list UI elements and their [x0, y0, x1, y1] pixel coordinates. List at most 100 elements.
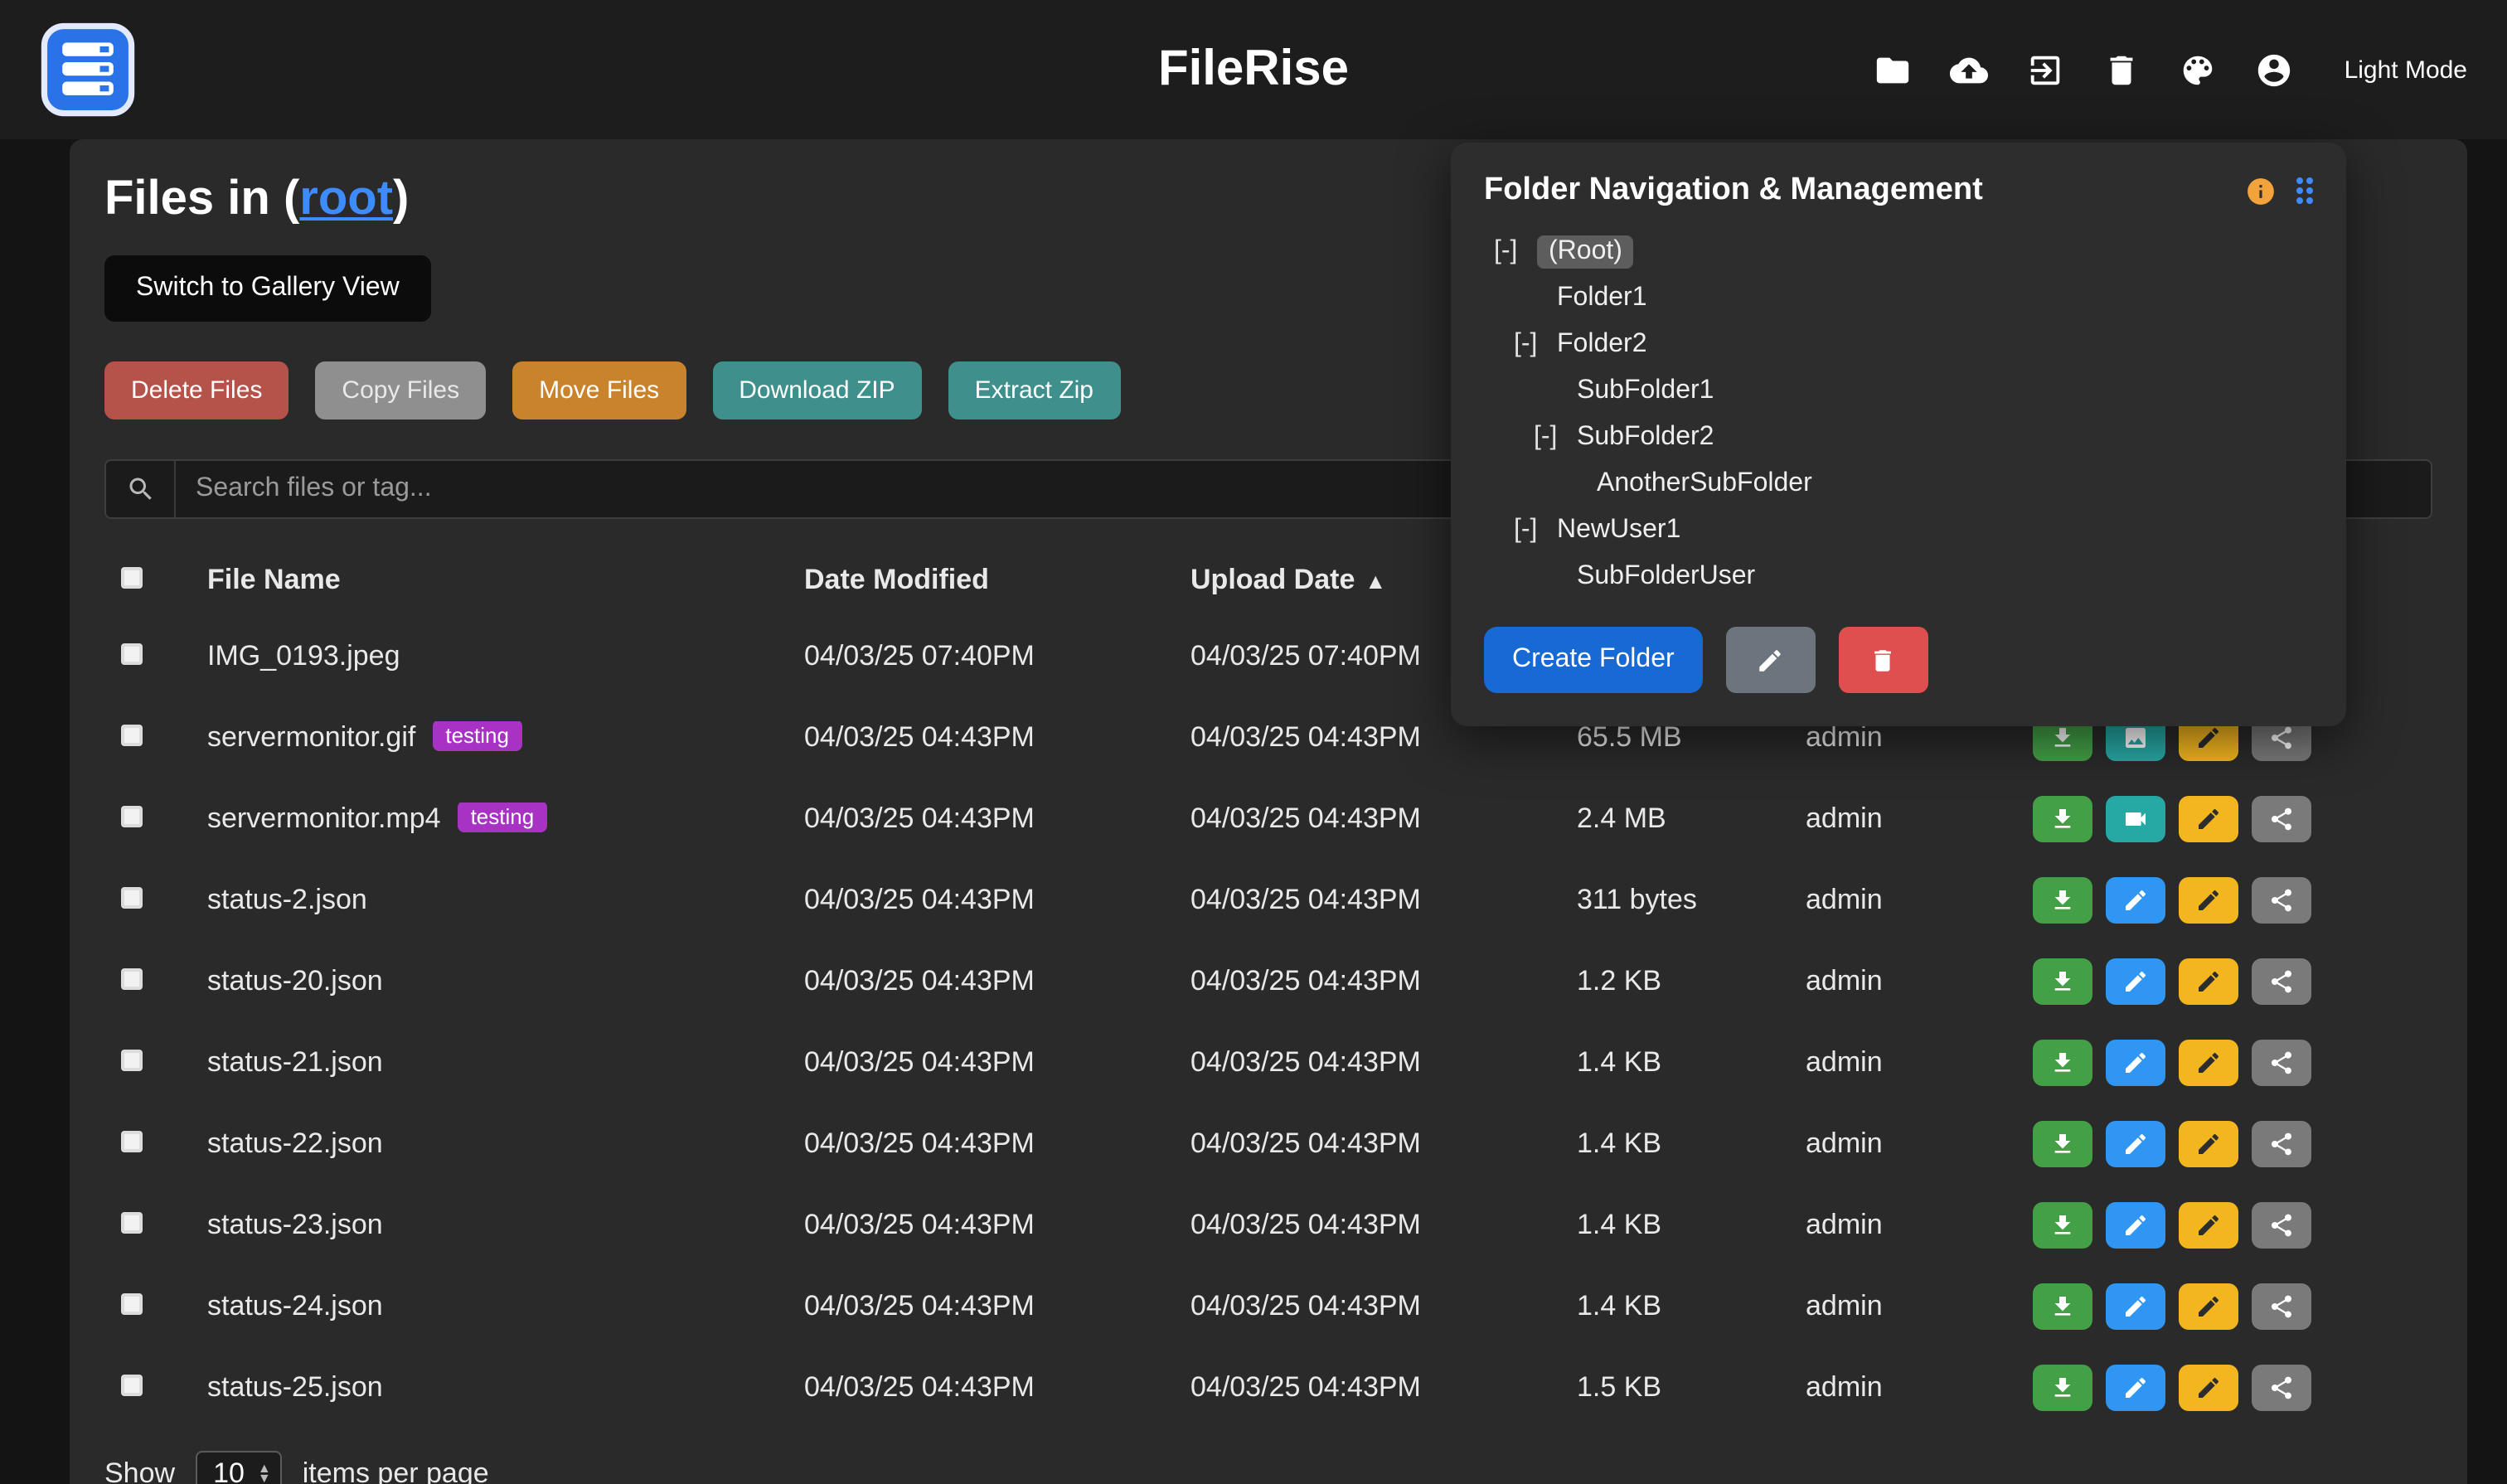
header-date-modified[interactable]: Date Modified — [804, 564, 1190, 597]
tree-item-subfolder1[interactable]: SubFolder1 — [1484, 368, 2313, 415]
rename-button[interactable] — [2179, 1120, 2238, 1166]
edit-button[interactable] — [2106, 958, 2165, 1004]
create-folder-button[interactable]: Create Folder — [1484, 627, 1703, 693]
row-checkbox[interactable] — [121, 724, 143, 745]
tree-item-root[interactable]: [-] (Root) — [1484, 229, 2313, 275]
upload-icon[interactable] — [1950, 51, 1988, 89]
tree-label[interactable]: SubFolder2 — [1577, 423, 1714, 453]
row-checkbox[interactable] — [121, 1374, 143, 1395]
share-button[interactable] — [2252, 1120, 2311, 1166]
theme-icon[interactable] — [2179, 51, 2217, 89]
rename-button[interactable] — [2179, 1283, 2238, 1329]
edit-button[interactable] — [2106, 1364, 2165, 1410]
download-button[interactable] — [2033, 1201, 2092, 1248]
file-name[interactable]: status-23.json — [207, 1208, 383, 1239]
share-button[interactable] — [2252, 876, 2311, 923]
tree-label[interactable]: AnotherSubFolder — [1597, 469, 1812, 499]
filerise-logo[interactable] — [40, 22, 136, 118]
drag-handle-icon[interactable] — [2296, 177, 2313, 204]
share-button[interactable] — [2252, 1283, 2311, 1329]
download-button[interactable] — [2033, 1039, 2092, 1085]
edit-button[interactable] — [2106, 876, 2165, 923]
row-checkbox[interactable] — [121, 1292, 143, 1314]
trash-icon[interactable] — [2102, 51, 2141, 89]
rename-button[interactable] — [2179, 876, 2238, 923]
edit-button[interactable] — [2106, 1283, 2165, 1329]
file-name[interactable]: status-21.json — [207, 1045, 383, 1077]
share-button[interactable] — [2252, 1201, 2311, 1248]
tree-item-folder1[interactable]: Folder1 — [1484, 275, 2313, 322]
edit-button[interactable] — [2106, 1120, 2165, 1166]
download-button[interactable] — [2033, 795, 2092, 841]
tree-item-folder2[interactable]: [-] Folder2 — [1484, 322, 2313, 368]
extract-zip-button[interactable]: Extract Zip — [948, 361, 1120, 419]
select-all-checkbox[interactable] — [121, 567, 143, 589]
copy-files-button[interactable]: Copy Files — [315, 361, 486, 419]
row-checkbox[interactable] — [121, 886, 143, 908]
file-name[interactable]: status-20.json — [207, 964, 383, 996]
info-icon[interactable] — [2245, 175, 2277, 206]
rename-button[interactable] — [2179, 958, 2238, 1004]
tree-label[interactable]: Folder1 — [1557, 284, 1647, 313]
edit-button[interactable] — [2106, 1039, 2165, 1085]
tree-item-subfolder2[interactable]: [-] SubFolder2 — [1484, 415, 2313, 461]
rename-folder-button[interactable] — [1726, 627, 1816, 693]
row-checkbox[interactable] — [121, 805, 143, 827]
delete-folder-button[interactable] — [1839, 627, 1928, 693]
logout-icon[interactable] — [2026, 51, 2064, 89]
download-button[interactable] — [2033, 1120, 2092, 1166]
download-button[interactable] — [2033, 876, 2092, 923]
tree-toggle[interactable]: [-] — [1534, 423, 1577, 453]
rename-button[interactable] — [2179, 1039, 2238, 1085]
header-file-name[interactable]: File Name — [207, 564, 804, 597]
row-checkbox[interactable] — [121, 1049, 143, 1070]
items-per-page-select[interactable]: 10 ▲▼ — [195, 1451, 283, 1484]
file-name[interactable]: status-25.json — [207, 1370, 383, 1402]
file-name[interactable]: servermonitor.gif — [207, 720, 415, 752]
row-checkbox[interactable] — [121, 968, 143, 989]
tree-label[interactable]: SubFolderUser — [1577, 562, 1755, 592]
download-button[interactable] — [2033, 1283, 2092, 1329]
tree-item-newuser1[interactable]: [-] NewUser1 — [1484, 507, 2313, 554]
tree-label[interactable]: SubFolder1 — [1577, 376, 1714, 406]
sort-ascending-icon: ▲ — [1365, 569, 1386, 594]
share-button[interactable] — [2252, 795, 2311, 841]
tree-label[interactable]: Folder2 — [1557, 330, 1647, 360]
file-name[interactable]: IMG_0193.jpeg — [207, 639, 400, 671]
tree-item-subfolderuser[interactable]: SubFolderUser — [1484, 554, 2313, 600]
edit-button[interactable] — [2106, 1201, 2165, 1248]
light-mode-toggle[interactable]: Light Mode — [2345, 56, 2467, 84]
share-button[interactable] — [2252, 1364, 2311, 1410]
tree-item-anothersubfolder[interactable]: AnotherSubFolder — [1484, 461, 2313, 507]
root-link[interactable]: root — [299, 172, 393, 226]
tree-toggle[interactable]: [-] — [1514, 516, 1557, 546]
account-icon[interactable] — [2255, 51, 2293, 89]
gallery-view-button[interactable]: Switch to Gallery View — [104, 255, 431, 322]
uploader: admin — [1806, 964, 2033, 997]
move-files-button[interactable]: Move Files — [512, 361, 686, 419]
row-checkbox[interactable] — [121, 643, 143, 664]
tree-toggle[interactable]: [-] — [1494, 237, 1537, 267]
row-checkbox[interactable] — [121, 1211, 143, 1233]
tree-toggle[interactable]: [-] — [1514, 330, 1557, 360]
folder-icon[interactable] — [1874, 51, 1912, 89]
tree-label[interactable]: (Root) — [1537, 235, 1634, 269]
table-row: status-21.json 04/03/25 04:43PM 04/03/25… — [104, 1021, 2432, 1103]
download-button[interactable] — [2033, 1364, 2092, 1410]
file-name[interactable]: status-24.json — [207, 1289, 383, 1321]
rename-button[interactable] — [2179, 1201, 2238, 1248]
rename-button[interactable] — [2179, 795, 2238, 841]
file-name[interactable]: servermonitor.mp4 — [207, 802, 441, 833]
share-button[interactable] — [2252, 958, 2311, 1004]
download-zip-button[interactable]: Download ZIP — [712, 361, 921, 419]
delete-files-button[interactable]: Delete Files — [104, 361, 289, 419]
download-button[interactable] — [2033, 958, 2092, 1004]
rename-button[interactable] — [2179, 1364, 2238, 1410]
file-name[interactable]: status-2.json — [207, 883, 367, 914]
tree-label[interactable]: NewUser1 — [1557, 516, 1680, 546]
date-modified: 04/03/25 04:43PM — [804, 802, 1190, 835]
row-checkbox[interactable] — [121, 1130, 143, 1152]
share-button[interactable] — [2252, 1039, 2311, 1085]
preview-video-button[interactable] — [2106, 795, 2165, 841]
file-name[interactable]: status-22.json — [207, 1127, 383, 1158]
